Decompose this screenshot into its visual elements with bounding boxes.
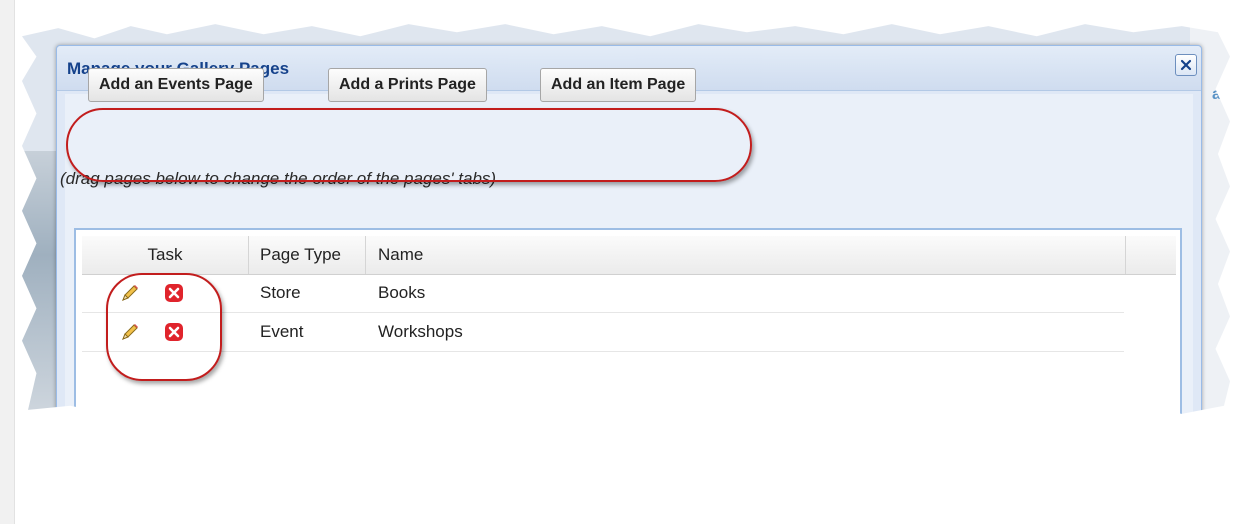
background-partial-text: ag [1212,86,1231,103]
add-events-page-button[interactable]: Add an Events Page [88,68,264,102]
annotation-oval-buttons [66,108,752,182]
row-name: Books [378,283,426,302]
column-header-task[interactable]: Task [82,236,249,274]
row-page-type: Event [260,322,304,341]
close-button[interactable] [1175,54,1197,76]
pages-grid: Task Page Type Name Store Books Event Wo… [74,228,1182,416]
add-item-page-button[interactable]: Add an Item Page [540,68,697,102]
table-row[interactable]: Event Workshops [82,313,1124,352]
annotation-oval-task-icons [106,273,222,381]
close-icon [1180,59,1192,71]
row-page-type: Store [260,283,301,302]
row-name: Workshops [378,322,463,341]
grid-header: Task Page Type Name [82,236,1176,275]
column-header-page-type[interactable]: Page Type [248,236,366,274]
table-row[interactable]: Store Books [82,274,1124,313]
left-strip [0,0,15,524]
add-prints-page-button[interactable]: Add a Prints Page [328,68,487,102]
column-header-name[interactable]: Name [366,236,1126,274]
screenshot-fragment: ag Manage your Gallery Pages Add an Even… [22,24,1231,416]
